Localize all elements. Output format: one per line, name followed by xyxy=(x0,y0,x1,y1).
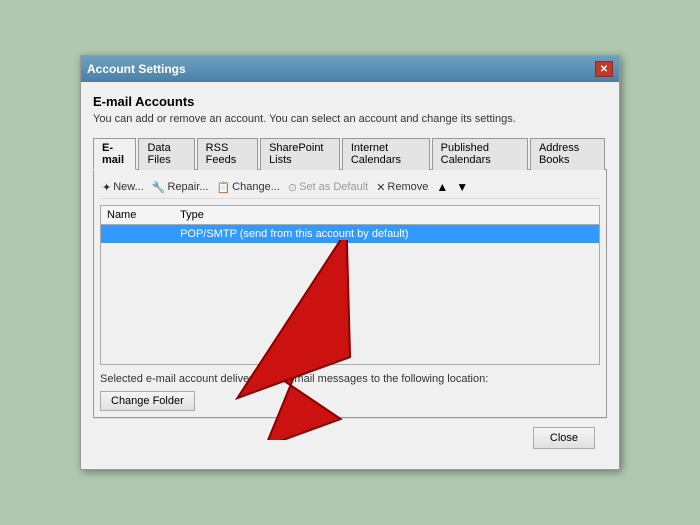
table-row[interactable]: POP/SMTP (send from this account by defa… xyxy=(101,225,599,244)
tab-sharepoint[interactable]: SharePoint Lists xyxy=(260,138,340,170)
up-icon[interactable]: ▲ xyxy=(436,180,448,194)
accounts-toolbar: ✦ New... 🔧 Repair... 📋 Change... ⊙ Set a… xyxy=(100,176,600,199)
account-name-cell xyxy=(101,225,174,244)
repair-icon: 🔧 xyxy=(152,181,166,194)
window-title: Account Settings xyxy=(87,62,186,76)
section-title: E-mail Accounts xyxy=(93,94,607,109)
change-folder-button[interactable]: Change Folder xyxy=(100,391,195,411)
tab-content-email: ✦ New... 🔧 Repair... 📋 Change... ⊙ Set a… xyxy=(93,170,607,418)
tab-email[interactable]: E-mail xyxy=(93,138,136,170)
close-dialog-button[interactable]: Close xyxy=(533,427,595,449)
tab-published-calendars[interactable]: Published Calendars xyxy=(432,138,528,170)
change-icon: 📋 xyxy=(216,181,230,194)
set-default-icon: ⊙ xyxy=(288,181,297,194)
col-name-header: Name xyxy=(101,206,174,225)
title-bar: Account Settings ✕ xyxy=(81,56,619,82)
delivery-location-section: Selected e-mail account delivers new e-m… xyxy=(100,373,600,411)
tab-rss-feeds[interactable]: RSS Feeds xyxy=(197,138,258,170)
account-type-cell: POP/SMTP (send from this account by defa… xyxy=(174,225,599,244)
delivery-location-text: Selected e-mail account delivers new e-m… xyxy=(100,373,600,385)
new-icon: ✦ xyxy=(102,181,111,194)
title-bar-controls: ✕ xyxy=(595,61,613,77)
section-description: You can add or remove an account. You ca… xyxy=(93,113,607,125)
tab-bar: E-mail Data Files RSS Feeds SharePoint L… xyxy=(93,137,607,170)
repair-button[interactable]: 🔧 Repair... xyxy=(152,181,209,194)
tab-data-files[interactable]: Data Files xyxy=(138,138,194,170)
down-icon[interactable]: ▼ xyxy=(456,180,468,194)
col-type-header: Type xyxy=(174,206,599,225)
new-button[interactable]: ✦ New... xyxy=(102,181,144,194)
tab-address-books[interactable]: Address Books xyxy=(530,138,605,170)
remove-icon: ✕ xyxy=(376,181,385,194)
remove-button[interactable]: ✕ Remove xyxy=(376,181,428,194)
window-close-button[interactable]: ✕ xyxy=(595,61,613,77)
accounts-table: Name Type POP/SMTP (send from this accou… xyxy=(101,206,599,243)
set-default-button[interactable]: ⊙ Set as Default xyxy=(288,181,368,194)
account-settings-window: Account Settings ✕ E-mail Accounts You c… xyxy=(80,55,620,470)
accounts-table-wrapper: Name Type POP/SMTP (send from this accou… xyxy=(100,205,600,365)
dialog-footer: Close xyxy=(93,418,607,457)
change-button[interactable]: 📋 Change... xyxy=(216,181,279,194)
tab-internet-calendars[interactable]: Internet Calendars xyxy=(342,138,430,170)
main-content: E-mail Accounts You can add or remove an… xyxy=(81,82,619,469)
